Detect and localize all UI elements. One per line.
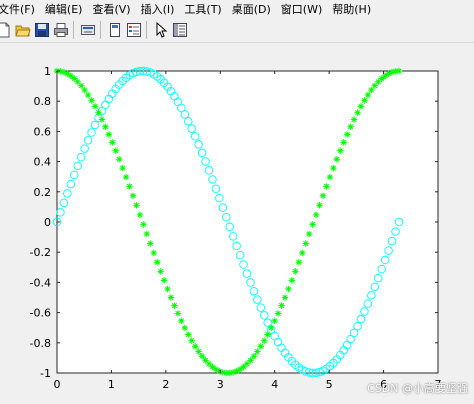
asterisk-marker: [84, 91, 92, 99]
menu-view[interactable]: 查看(V): [92, 1, 135, 17]
x-tick-label: 3: [217, 378, 224, 391]
asterisk-marker: [129, 192, 137, 199]
x-tick-label: 4: [271, 378, 278, 391]
asterisk-marker: [326, 173, 334, 181]
x-tick-label: 0: [54, 378, 61, 391]
asterisk-marker: [136, 211, 144, 219]
menu-bar: 文件(F) 编辑(E) 查看(V) 插入(I) 工具(T) 桌面(D) 窗口(W…: [0, 0, 474, 18]
y-tick-label: 0: [44, 216, 51, 229]
plot-svg: 0 1 2 3 4 5 6 710.80.60.40.20-0.2-0.4-0.6-0.8-1: [30, 65, 442, 391]
pointer-icon[interactable]: [153, 22, 169, 38]
asterisk-marker: [312, 211, 320, 219]
asterisk-marker: [171, 302, 178, 309]
y-tick-label: 0.4: [34, 156, 52, 169]
asterisk-marker: [133, 202, 140, 209]
asterisk-marker: [316, 202, 323, 209]
save-icon[interactable]: [34, 22, 50, 38]
menu-desktop[interactable]: 桌面(D): [232, 1, 276, 17]
asterisk-marker: [261, 337, 268, 344]
asterisk-marker: [309, 221, 316, 228]
y-tick-label: 1: [44, 65, 51, 78]
menu-file[interactable]: 文件(F): [0, 1, 40, 17]
property-editor-icon[interactable]: [172, 22, 188, 38]
asterisk-marker: [254, 348, 261, 355]
menu-edit[interactable]: 编辑(E): [45, 1, 88, 17]
y-tick-label: -0.4: [30, 276, 51, 289]
asterisk-marker: [323, 183, 330, 190]
menu-insert[interactable]: 插入(I): [141, 1, 180, 17]
y-tick-label: 0.2: [34, 186, 52, 199]
asterisk-marker: [181, 324, 189, 332]
x-tick-label: 5: [326, 378, 333, 391]
toolbar-separator: [73, 21, 74, 39]
y-tick-label: 0.8: [34, 95, 52, 108]
asterisk-marker: [164, 285, 171, 293]
x-tick-label: 1: [108, 378, 115, 391]
menu-window[interactable]: 窗口(W): [281, 1, 327, 17]
y-tick-label: -0.6: [30, 307, 51, 320]
toolbar-separator: [146, 21, 147, 39]
y-tick-label: -0.2: [30, 246, 51, 259]
axes-background: [56, 70, 439, 374]
asterisk-marker: [102, 123, 109, 130]
asterisk-marker: [150, 249, 157, 257]
asterisk-marker: [347, 123, 354, 130]
asterisk-marker: [357, 103, 365, 110]
asterisk-marker: [126, 183, 133, 190]
watermark: CSDN @小高要坚强: [367, 382, 468, 395]
y-tick-label: 0.6: [34, 125, 52, 138]
asterisk-marker: [174, 310, 182, 317]
toolbar: [0, 18, 474, 43]
y-tick-label: -0.8: [30, 337, 51, 350]
asterisk-marker: [264, 331, 271, 338]
link-icon[interactable]: [80, 22, 96, 38]
insert-colorbar-icon[interactable]: [126, 22, 142, 38]
x-tick-label: 2: [162, 378, 169, 391]
asterisk-marker: [98, 116, 106, 123]
toolbar-separator: [100, 21, 101, 39]
menu-help[interactable]: 帮助(H): [332, 1, 376, 17]
print-icon[interactable]: [53, 22, 69, 38]
asterisk-marker: [143, 230, 151, 238]
y-tick-label: -1: [40, 367, 51, 380]
asterisk-marker: [112, 147, 119, 154]
new-file-icon[interactable]: [0, 22, 12, 38]
asterisk-marker: [122, 173, 130, 181]
asterisk-marker: [147, 240, 154, 247]
menu-tools[interactable]: 工具(T): [184, 1, 226, 17]
dock-icon[interactable]: [107, 22, 123, 38]
open-folder-icon[interactable]: [15, 22, 31, 38]
